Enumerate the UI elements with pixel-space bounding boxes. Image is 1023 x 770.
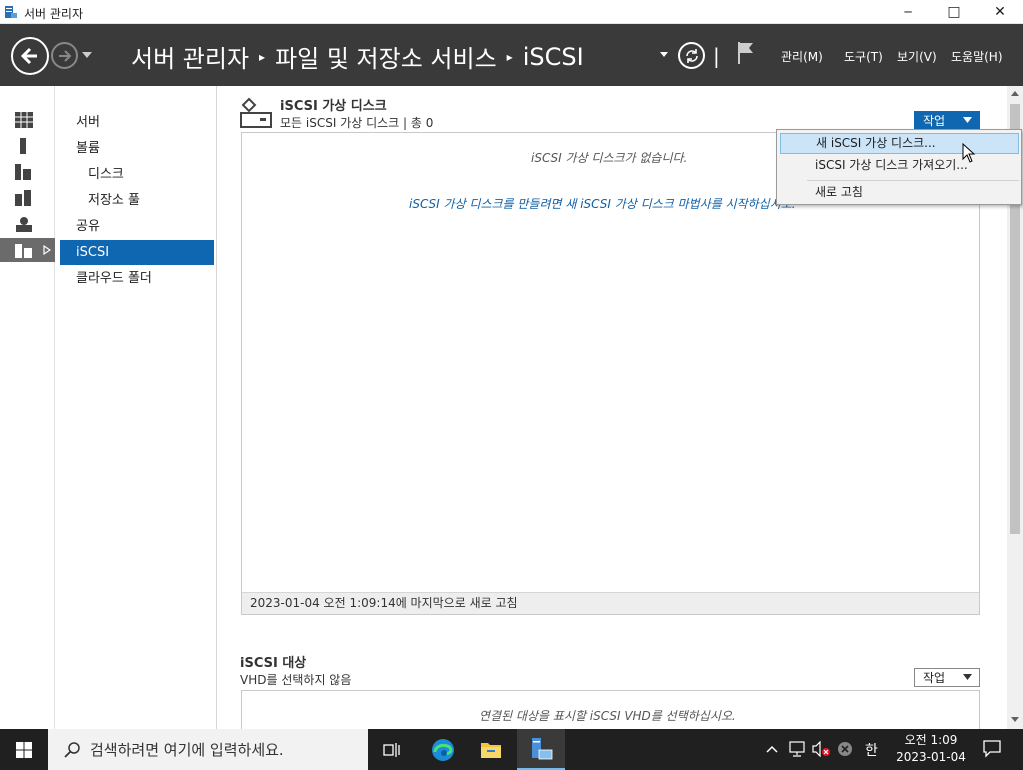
task-view-button[interactable]	[368, 729, 416, 770]
rail-file-storage-services[interactable]	[0, 238, 55, 262]
rail-dashboard[interactable]	[0, 108, 55, 132]
breadcrumb-separator-icon: ▸	[506, 49, 513, 64]
close-button[interactable]: ✕	[977, 0, 1023, 24]
taskbar-clock[interactable]: 오전 1:09 2023-01-04	[892, 732, 970, 766]
back-button[interactable]	[11, 37, 49, 75]
menu-item-refresh[interactable]: 새로 고침	[780, 182, 1019, 203]
scroll-up-icon[interactable]	[1011, 91, 1019, 96]
notification-center-icon[interactable]	[983, 740, 1001, 758]
expand-arrow-icon	[43, 245, 51, 255]
virtual-disks-subtitle: 모든 iSCSI 가상 디스크 | 총 0	[280, 116, 434, 130]
server-manager-icon	[532, 737, 553, 759]
nav-item-work-folders[interactable]: 클라우드 폴더	[60, 266, 214, 291]
history-dropdown-icon[interactable]	[82, 52, 92, 58]
windows-logo-icon	[16, 741, 32, 758]
scroll-down-icon[interactable]	[1011, 717, 1019, 722]
rail-storage[interactable]	[0, 212, 55, 236]
rail-local-server[interactable]	[0, 134, 55, 158]
files-icon	[15, 244, 32, 258]
nav-item-servers[interactable]: 서버	[60, 110, 214, 135]
rail-roles[interactable]	[0, 186, 55, 210]
forward-button[interactable]	[51, 42, 78, 69]
targets-subtitle: VHD를 선택하지 않음	[240, 673, 352, 687]
arrow-left-icon	[20, 47, 37, 65]
targets-title: iSCSI 대상	[240, 656, 307, 671]
storage-icon	[16, 217, 32, 232]
server-icon	[20, 138, 26, 154]
arrow-right-icon	[58, 49, 71, 62]
task-view-icon	[383, 742, 400, 757]
server-manager-taskbar-button[interactable]	[517, 729, 565, 770]
ime-status-icon[interactable]	[837, 741, 853, 757]
clock-time: 오전 1:09	[904, 733, 958, 747]
refresh-button[interactable]	[678, 42, 705, 69]
tasks-dropdown-menu: 새 iSCSI 가상 디스크... iSCSI 가상 디스크 가져오기... 새…	[776, 129, 1022, 205]
breadcrumb-item-file-storage[interactable]: 파일 및 저장소 서비스	[275, 39, 497, 74]
edge-browser-icon	[432, 738, 454, 761]
volume-muted-icon[interactable]	[812, 741, 830, 757]
nav-item-disks[interactable]: 디스크	[60, 162, 214, 187]
chevron-down-icon	[963, 674, 972, 680]
nav-item-storage-pools[interactable]: 저장소 풀	[60, 188, 214, 213]
minimize-button[interactable]: ─	[885, 0, 931, 24]
new-virtual-disk-wizard-link[interactable]: iSCSI 가상 디스크를 만들려면 새 iSCSI 가상 디스크 마법사를 시…	[409, 195, 796, 212]
search-icon	[64, 741, 80, 758]
breadcrumb: 서버 관리자 ▸ 파일 및 저장소 서비스 ▸ iSCSI	[131, 39, 584, 74]
breadcrumb-item-iscsi: iSCSI	[522, 42, 584, 71]
mouse-cursor-icon	[962, 143, 976, 163]
show-hidden-icons-icon[interactable]	[766, 745, 778, 753]
clock-date: 2023-01-04	[896, 750, 966, 764]
maximize-button[interactable]: □	[931, 0, 977, 24]
header-bar: 서버 관리자 ▸ 파일 및 저장소 서비스 ▸ iSCSI | 관리(M) 도구…	[0, 24, 1023, 86]
targets-tasks-button[interactable]: 작업	[914, 668, 980, 687]
chevron-down-icon	[963, 117, 972, 123]
breadcrumb-item-server-manager[interactable]: 서버 관리자	[131, 39, 249, 74]
menu-help[interactable]: 도움말(H)	[951, 48, 1003, 65]
all-servers-icon	[15, 164, 31, 180]
server-manager-app-icon	[5, 6, 17, 18]
nav-item-iscsi[interactable]: iSCSI	[60, 240, 214, 265]
breadcrumb-dropdown-icon[interactable]	[660, 52, 668, 57]
menu-view[interactable]: 보기(V)	[897, 48, 937, 65]
start-button[interactable]	[0, 729, 48, 770]
virtual-disk-icon	[240, 97, 272, 128]
taskbar: 검색하려면 여기에 입력하세요. 한 오전 1:09 2023-01-04	[0, 729, 1023, 770]
menu-manage[interactable]: 관리(M)	[781, 48, 823, 65]
dashboard-icon	[15, 112, 33, 128]
icon-rail	[0, 86, 55, 729]
roles-icon	[15, 190, 31, 206]
last-refreshed-status: 2023-01-04 오전 1:09:14에 마지막으로 새로 고침	[242, 592, 979, 614]
folder-icon	[481, 742, 501, 758]
taskbar-search-box[interactable]: 검색하려면 여기에 입력하세요.	[48, 729, 368, 770]
menu-item-import-virtual-disk[interactable]: iSCSI 가상 디스크 가져오기...	[780, 155, 1019, 176]
virtual-disks-tasks-button[interactable]: 작업	[914, 111, 980, 130]
close-icon: ✕	[994, 4, 1006, 20]
targets-empty-message: 연결된 대상을 표시할 iSCSI VHD를 선택하십시오.	[479, 709, 736, 723]
tasks-label: 작업	[923, 114, 946, 128]
title-bar: 서버 관리자 ─ □ ✕	[0, 0, 1023, 24]
virtual-disks-title: iSCSI 가상 디스크	[280, 99, 387, 114]
breadcrumb-separator-icon: ▸	[259, 49, 266, 64]
header-divider: |	[713, 44, 720, 68]
maximize-icon: □	[947, 4, 961, 20]
nav-item-shares[interactable]: 공유	[60, 214, 214, 239]
file-explorer-button[interactable]	[467, 729, 515, 770]
menu-separator	[807, 180, 1019, 181]
network-icon[interactable]	[789, 741, 805, 757]
ime-language-indicator[interactable]: 한	[865, 740, 878, 760]
tasks-label: 작업	[923, 671, 946, 685]
notification-flag-icon[interactable]	[737, 41, 755, 65]
rail-all-servers[interactable]	[0, 160, 55, 184]
window-title: 서버 관리자	[24, 7, 84, 21]
edge-app-button[interactable]	[419, 729, 467, 770]
menu-item-new-virtual-disk[interactable]: 새 iSCSI 가상 디스크...	[780, 133, 1019, 154]
minimize-icon: ─	[904, 5, 912, 19]
nav-item-volumes[interactable]: 볼륨	[60, 136, 214, 161]
search-placeholder: 검색하려면 여기에 입력하세요.	[90, 741, 284, 759]
virtual-disks-empty-message: iSCSI 가상 디스크가 없습니다.	[531, 151, 688, 165]
refresh-icon	[685, 48, 698, 63]
nav-list: 서버 볼륨 디스크 저장소 풀 공유 iSCSI 클라우드 폴더	[56, 86, 217, 729]
menu-tools[interactable]: 도구(T)	[844, 48, 883, 65]
